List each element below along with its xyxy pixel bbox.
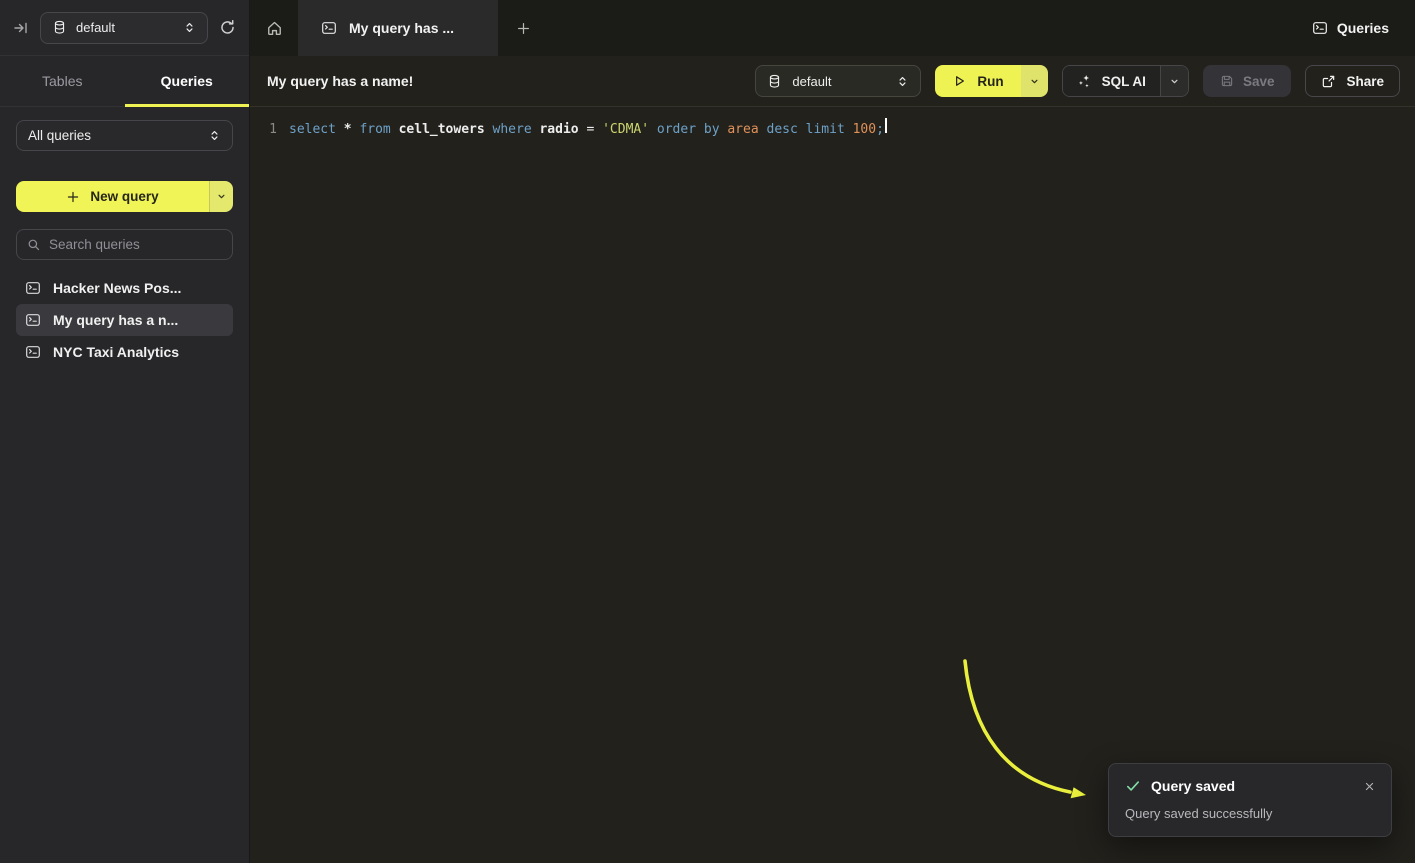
- header-database-selector[interactable]: default: [755, 65, 921, 97]
- collapse-sidebar-icon: [13, 20, 29, 36]
- chevron-down-icon: [1169, 76, 1180, 87]
- run-label: Run: [977, 74, 1003, 89]
- tab-tables-label: Tables: [42, 73, 82, 89]
- sidebar: default Tables Queries All queries: [0, 0, 250, 863]
- new-query-split-button: New query: [16, 181, 233, 212]
- tab-queries[interactable]: Queries: [125, 56, 250, 106]
- sql-ai-split-button: SQL AI: [1062, 65, 1189, 97]
- sidebar-tabs: Tables Queries: [0, 56, 249, 107]
- new-query-label: New query: [90, 189, 158, 204]
- refresh-icon: [219, 19, 236, 36]
- save-label: Save: [1243, 74, 1275, 89]
- code-line: 1 select * from cell_towers where radio …: [250, 107, 1415, 140]
- active-tab-label: My query has ...: [349, 20, 454, 36]
- sql-ai-button[interactable]: SQL AI: [1063, 66, 1160, 96]
- database-icon: [52, 20, 67, 35]
- new-query-button[interactable]: New query: [16, 181, 209, 212]
- chevron-down-icon: [1029, 76, 1040, 87]
- toast-title: Query saved: [1151, 778, 1354, 794]
- share-icon: [1321, 74, 1336, 89]
- sidebar-database-value: default: [76, 20, 174, 35]
- search-icon: [27, 238, 41, 252]
- database-icon: [767, 74, 782, 89]
- play-icon: [952, 74, 966, 88]
- queries-panel-label: Queries: [1337, 20, 1389, 36]
- sql-editor[interactable]: 1 select * from cell_towers where radio …: [250, 107, 1415, 863]
- run-button[interactable]: Run: [935, 65, 1020, 97]
- tab-bar: My query has ... Queries: [250, 0, 1415, 56]
- sql-ai-options-button[interactable]: [1160, 66, 1188, 96]
- query-filter: All queries: [0, 107, 249, 151]
- search-queries-box: [16, 229, 233, 260]
- sql-ai-label: SQL AI: [1102, 74, 1146, 89]
- query-list-item[interactable]: Hacker News Pos...: [16, 272, 233, 304]
- chevron-down-icon: [216, 191, 227, 202]
- new-query-dropdown-button[interactable]: [209, 181, 233, 212]
- sparkles-icon: [1077, 74, 1092, 89]
- query-title: My query has a name!: [267, 73, 413, 89]
- active-query-tab[interactable]: My query has ...: [298, 0, 498, 56]
- tab-tables[interactable]: Tables: [0, 56, 125, 106]
- plus-icon: [516, 21, 531, 36]
- saved-queries-list: Hacker News Pos... My query has a n... N…: [16, 272, 233, 368]
- query-list-item-selected[interactable]: My query has a n...: [16, 304, 233, 336]
- line-number: 1: [264, 119, 277, 140]
- query-list-item-label: NYC Taxi Analytics: [53, 344, 179, 360]
- toast-query-saved: Query saved Query saved successfully: [1108, 763, 1392, 837]
- query-icon: [25, 280, 41, 296]
- query-icon: [25, 344, 41, 360]
- run-split-button: Run: [935, 65, 1047, 97]
- chevrons-up-down-icon: [183, 21, 196, 34]
- sql-console-app: default Tables Queries All queries: [0, 0, 1415, 863]
- home-button[interactable]: [250, 0, 298, 56]
- tab-queries-label: Queries: [161, 73, 213, 89]
- sidebar-toolbar: default: [0, 0, 249, 56]
- chevrons-up-down-icon: [896, 75, 909, 88]
- share-button[interactable]: Share: [1305, 65, 1400, 97]
- toast-message: Query saved successfully: [1125, 806, 1375, 821]
- query-header: My query has a name! default Run: [250, 56, 1415, 107]
- chevrons-up-down-icon: [208, 129, 221, 142]
- queries-panel-button[interactable]: Queries: [1312, 0, 1415, 56]
- sql-code-line: select * from cell_towers where radio = …: [289, 119, 884, 140]
- check-icon: [1125, 778, 1141, 794]
- collapse-sidebar-button[interactable]: [13, 20, 29, 36]
- run-options-button[interactable]: [1021, 65, 1048, 97]
- sidebar-database-selector[interactable]: default: [40, 12, 208, 44]
- main-area: My query has ... Queries My query has a …: [250, 0, 1415, 863]
- all-queries-dropdown[interactable]: All queries: [16, 120, 233, 151]
- query-list-item-label: My query has a n...: [53, 312, 178, 328]
- all-queries-value: All queries: [28, 128, 208, 143]
- home-icon: [266, 20, 283, 37]
- query-icon: [1312, 20, 1328, 36]
- save-button[interactable]: Save: [1203, 65, 1292, 97]
- header-database-value: default: [792, 74, 886, 89]
- plus-icon: [66, 190, 80, 204]
- save-icon: [1220, 74, 1234, 88]
- query-list-item-label: Hacker News Pos...: [53, 280, 181, 296]
- share-label: Share: [1346, 74, 1384, 89]
- toast-close-button[interactable]: [1364, 781, 1375, 792]
- query-icon: [25, 312, 41, 328]
- new-tab-button[interactable]: [498, 0, 548, 56]
- refresh-button[interactable]: [219, 19, 236, 36]
- query-icon: [321, 20, 337, 36]
- search-queries-input[interactable]: [49, 237, 226, 252]
- text-cursor: [885, 118, 887, 133]
- tab-bar-spacer: [548, 0, 1312, 56]
- toast-header: Query saved: [1125, 778, 1375, 794]
- close-icon: [1364, 781, 1375, 792]
- query-list-item[interactable]: NYC Taxi Analytics: [16, 336, 233, 368]
